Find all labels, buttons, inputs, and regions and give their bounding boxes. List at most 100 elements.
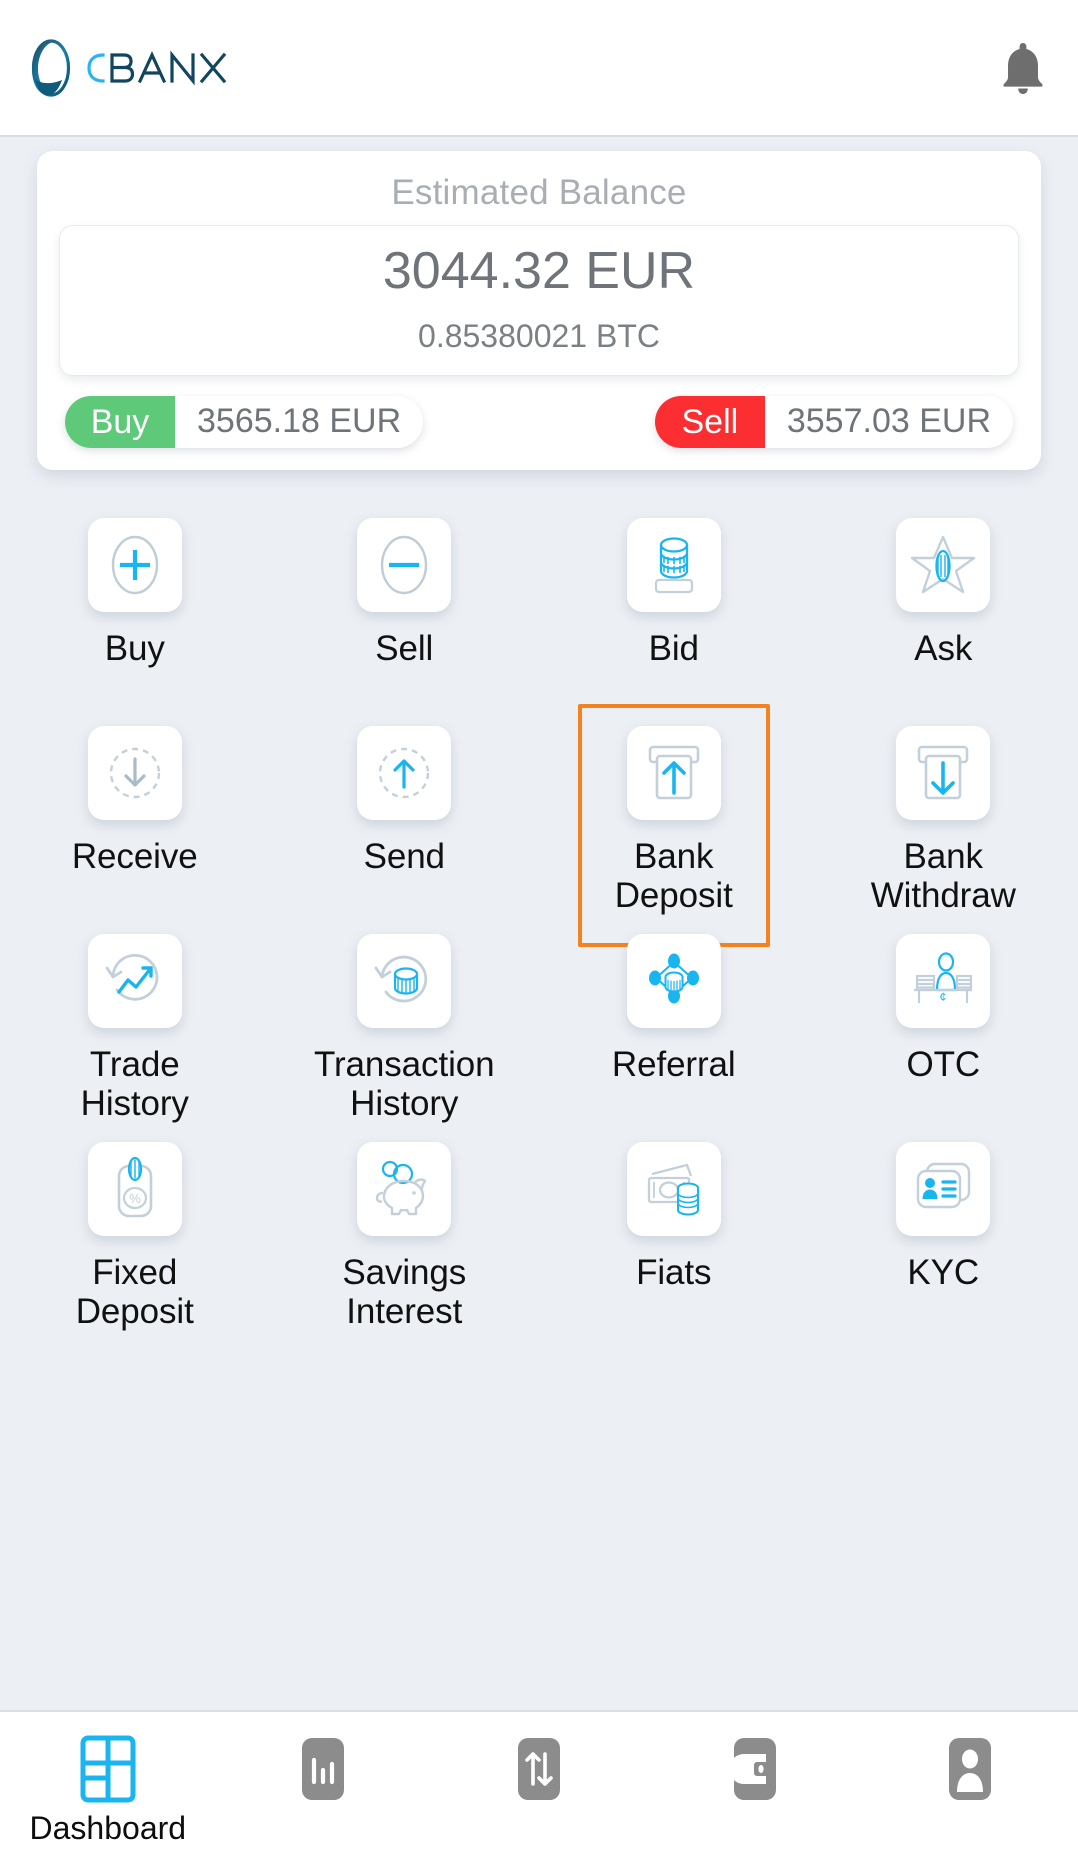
action-sell-label: Sell — [375, 628, 434, 668]
action-fixed-deposit-label: Fixed Deposit — [75, 1252, 194, 1331]
action-fixed-deposit[interactable]: % Fixed Deposit — [0, 1141, 270, 1350]
buy-quote-pill[interactable]: Buy 3565.18 EUR — [65, 395, 424, 448]
plus-circle-icon — [111, 535, 158, 594]
action-buy-tile — [87, 517, 182, 612]
star-coin-ask-icon — [911, 535, 976, 593]
fiat-banknote-coins-icon — [647, 1163, 699, 1216]
action-kyc-label: KYC — [907, 1252, 980, 1292]
action-savings-interest-label: Savings Interest — [342, 1252, 467, 1331]
action-bank-withdraw-tile — [896, 725, 991, 820]
action-bank-deposit[interactable]: Bank Deposit — [539, 703, 809, 947]
transaction-history-coin-icon — [374, 955, 428, 1003]
action-fiats[interactable]: Fiats — [539, 1141, 809, 1350]
kyc-id-card-icon — [917, 1162, 971, 1208]
action-buy-label: Buy — [104, 628, 165, 668]
dashboard-grid-icon — [80, 1735, 136, 1803]
action-receive-label: Receive — [71, 836, 198, 876]
nav-item-markets[interactable] — [216, 1734, 432, 1810]
action-ask-label: Ask — [914, 628, 973, 668]
action-bid-tile — [626, 517, 721, 612]
action-trade-history-label: Trade History — [80, 1044, 189, 1123]
app-logo[interactable] — [28, 38, 272, 98]
action-transaction-history-label: Transaction History — [314, 1044, 495, 1123]
action-send-tile — [357, 725, 452, 820]
nav-item-wallet[interactable] — [647, 1734, 863, 1810]
buy-tag: Buy — [65, 395, 175, 448]
referral-network-icon — [648, 953, 699, 1004]
action-referral-tile — [626, 933, 721, 1028]
action-otc[interactable]: ¢ OTC — [809, 933, 1078, 1142]
bell-icon[interactable] — [998, 39, 1048, 97]
action-savings-interest-tile — [357, 1141, 452, 1236]
action-fiats-tile — [626, 1141, 721, 1236]
bottom-navigation-bar: Dashboard — [0, 1710, 1078, 1850]
minus-circle-icon — [381, 535, 428, 594]
svg-text:¢: ¢ — [940, 990, 947, 1004]
balance-values: 3044.32 EUR 0.85380021 BTC — [59, 225, 1019, 376]
sell-price: 3557.03 EUR — [786, 402, 991, 441]
profile-person-icon — [949, 1738, 992, 1800]
cbanx-wordmark — [87, 49, 227, 86]
balance-primary-amount: 3044.32 EUR — [382, 242, 696, 300]
nav-item-exchange[interactable] — [431, 1734, 647, 1810]
action-trade-history-tile — [87, 933, 182, 1028]
cbanx-o-logo-icon — [31, 38, 71, 97]
action-trade-history[interactable]: Trade History — [0, 933, 270, 1142]
action-ask[interactable]: Ask — [809, 517, 1078, 726]
wallet-icon — [729, 1738, 776, 1800]
exchange-arrows-icon — [517, 1738, 560, 1800]
action-send-label: Send — [363, 836, 445, 876]
buy-price: 3565.18 EUR — [197, 402, 402, 441]
fixed-deposit-percent-icon: % — [117, 1156, 153, 1218]
action-sell[interactable]: Sell — [270, 517, 540, 726]
action-grid-row-4: % Fixed Deposit Savings Interest Fiats K… — [0, 1141, 1078, 1350]
action-referral[interactable]: Referral — [539, 933, 809, 1142]
otc-desk-icon: ¢ — [914, 952, 973, 1004]
sell-tag: Sell — [654, 395, 765, 448]
action-fixed-deposit-tile: % — [87, 1141, 182, 1236]
trade-history-chart-icon — [105, 953, 159, 1001]
quote-row: Buy 3565.18 EUR Sell 3557.03 EUR — [59, 395, 1019, 448]
balance-secondary-amount: 0.85380021 BTC — [418, 317, 660, 354]
top-app-bar — [0, 0, 1078, 137]
action-bank-withdraw[interactable]: Bank Withdraw — [809, 725, 1078, 934]
app-root: Estimated Balance 3044.32 EUR 0.85380021… — [0, 0, 1078, 1850]
action-fiats-label: Fiats — [636, 1252, 712, 1292]
estimated-balance-card: Estimated Balance 3044.32 EUR 0.85380021… — [37, 151, 1041, 470]
action-referral-label: Referral — [611, 1044, 736, 1084]
action-bid-label: Bid — [648, 628, 699, 668]
coin-stack-bid-icon — [654, 537, 693, 593]
sell-quote-pill[interactable]: Sell 3557.03 EUR — [654, 395, 1013, 448]
bar-chart-icon — [302, 1738, 345, 1800]
action-grid-row-2: Receive Send Bank Deposit Bank Withdraw — [0, 703, 1078, 947]
action-bank-deposit-label: Bank Deposit — [614, 836, 733, 915]
action-grid-row-3: Trade History Transaction History Referr… — [0, 933, 1078, 1142]
action-otc-tile: ¢ — [896, 933, 991, 1028]
action-receive-tile — [87, 725, 182, 820]
action-savings-interest[interactable]: Savings Interest — [270, 1141, 540, 1350]
action-kyc[interactable]: KYC — [809, 1141, 1078, 1350]
nav-item-dashboard[interactable]: Dashboard — [0, 1734, 216, 1847]
action-transaction-history-tile — [357, 933, 452, 1028]
action-bid[interactable]: Bid — [539, 517, 809, 726]
action-sell-tile — [357, 517, 452, 612]
action-transaction-history[interactable]: Transaction History — [270, 933, 540, 1142]
action-bank-deposit-tile — [626, 725, 721, 820]
action-receive[interactable]: Receive — [0, 725, 270, 934]
action-bank-withdraw-label: Bank Withdraw — [870, 836, 1016, 915]
action-buy[interactable]: Buy — [0, 517, 270, 726]
action-grid: Buy Sell Bid Ask Receive Send Bank Depos… — [0, 470, 1078, 1710]
action-ask-tile — [896, 517, 991, 612]
nav-item-profile[interactable] — [862, 1734, 1078, 1810]
arrow-down-dashed-circle-icon — [109, 747, 160, 798]
bank-withdraw-arrow-down-icon — [917, 745, 969, 800]
arrow-up-dashed-circle-icon — [379, 747, 430, 798]
bank-deposit-arrow-up-icon — [648, 745, 700, 800]
action-kyc-tile — [896, 1141, 991, 1236]
action-otc-label: OTC — [906, 1044, 981, 1084]
svg-text:%: % — [129, 1191, 141, 1206]
action-send[interactable]: Send — [270, 725, 540, 934]
piggy-bank-icon — [376, 1160, 427, 1215]
balance-title: Estimated Balance — [391, 173, 687, 212]
action-grid-row-1: Buy Sell Bid Ask — [0, 517, 1078, 726]
